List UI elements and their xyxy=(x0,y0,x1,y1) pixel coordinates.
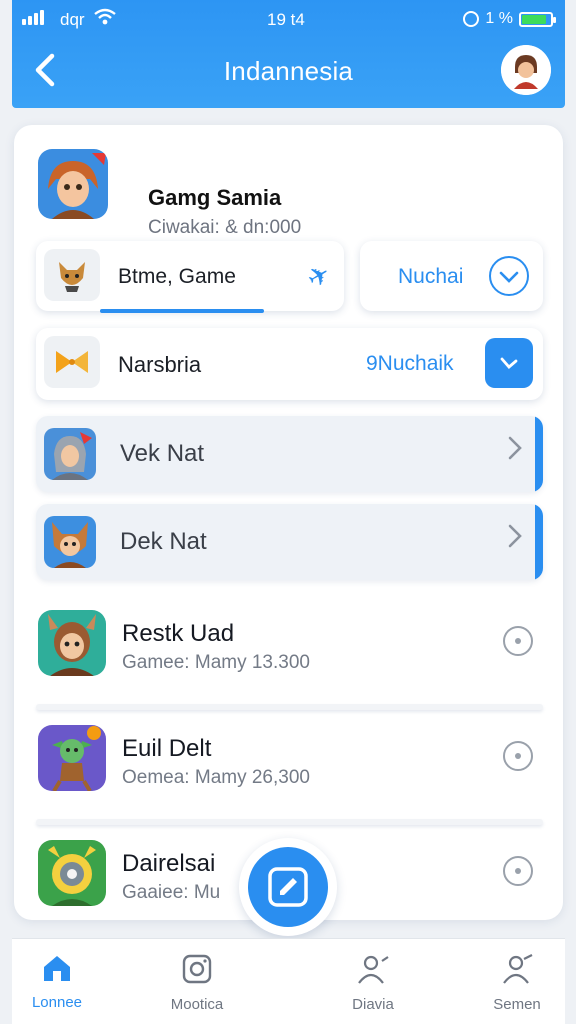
game-subtitle: Gaaiee: Mu xyxy=(122,882,221,903)
active-underline xyxy=(100,309,264,313)
divider xyxy=(36,704,543,710)
nav-item-media[interactable]: Mootica xyxy=(142,953,252,1013)
app-header: dqr 19 t4 1 % Indannesia xyxy=(12,0,565,108)
user-avatar-icon xyxy=(501,45,551,95)
goblin-game-icon xyxy=(38,725,106,791)
nav-label: Lonnee xyxy=(31,994,83,1011)
nuchai-label: Nuchai xyxy=(398,265,464,288)
camera-icon xyxy=(182,954,212,984)
game-subtitle: Gamee: Mamy 13.300 xyxy=(122,652,310,673)
table-row[interactable]: Euil Delt Oemea: Mamy 26,300 xyxy=(36,719,543,825)
bowtie-icon xyxy=(44,336,100,388)
status-right-text: 1 % xyxy=(485,10,513,27)
nav-item-semen[interactable]: Semen xyxy=(462,953,572,1013)
chevron-right-icon xyxy=(507,522,523,558)
list-item-label: Vek Nat xyxy=(120,440,205,467)
radio-button[interactable] xyxy=(503,856,533,886)
edit-icon xyxy=(268,867,308,907)
list-item[interactable]: Vek Nat xyxy=(36,416,543,492)
game-name: Dairelsai xyxy=(122,850,216,877)
narsbria-right-label: 9Nuchaik xyxy=(366,352,454,375)
featured-game-icon xyxy=(38,149,108,219)
signal-icon xyxy=(22,10,44,25)
knight-game-icon xyxy=(44,428,96,480)
alarm-icon xyxy=(463,11,480,27)
fox-warrior-icon xyxy=(44,516,96,568)
battery-icon xyxy=(519,11,556,27)
home-icon xyxy=(44,956,70,981)
divider xyxy=(36,819,543,825)
deer-game-icon xyxy=(38,610,106,676)
main-card: Gamg Samia Ciwakai: & dn:000 Btme, Game … xyxy=(14,125,563,920)
game-filter-label: Btme, Game xyxy=(118,265,236,288)
fab-inner xyxy=(248,847,328,927)
profile-icon xyxy=(503,954,533,984)
radio-button[interactable] xyxy=(503,741,533,771)
edit-fab-button[interactable] xyxy=(239,838,337,936)
chevron-right-icon xyxy=(507,434,523,470)
avatar[interactable] xyxy=(501,45,551,95)
radio-button[interactable] xyxy=(503,626,533,656)
nav-label: Diavia xyxy=(352,996,394,1013)
nav-label: Mootica xyxy=(170,996,224,1013)
nav-item-diavia[interactable]: Diavia xyxy=(318,953,428,1013)
table-row[interactable]: Restk Uad Gamee: Mamy 13.300 xyxy=(36,604,543,710)
check-circle-icon xyxy=(489,256,529,296)
nav-label: Semen xyxy=(493,996,541,1013)
game-filter-pill[interactable]: Btme, Game ✈ xyxy=(36,241,344,313)
carrier-label: dqr xyxy=(60,10,85,29)
wifi-icon xyxy=(94,8,116,31)
narsbria-row[interactable]: Narsbria 9Nuchaik xyxy=(36,328,543,400)
page-title: Indannesia xyxy=(223,56,354,86)
plane-icon: ✈ xyxy=(301,257,336,295)
shield-game-icon xyxy=(38,840,106,906)
featured-game-name: Gamg Samia xyxy=(148,185,282,210)
list-item[interactable]: Dek Nat xyxy=(36,504,543,580)
status-time: 19 t4 xyxy=(267,10,305,29)
fox-icon xyxy=(44,249,100,301)
list-item-label: Dek Nat xyxy=(120,528,207,555)
status-bar: dqr 19 t4 1 % xyxy=(12,8,565,32)
game-name: Restk Uad xyxy=(122,620,235,647)
user-icon xyxy=(358,955,389,984)
nuchai-filter-button[interactable]: Nuchai xyxy=(360,241,543,311)
featured-game-subtitle: Ciwakai: & dn:000 xyxy=(148,217,302,238)
nav-item-home[interactable]: Lonnee xyxy=(2,953,112,1011)
game-subtitle: Oemea: Mamy 26,300 xyxy=(122,767,310,788)
bottom-nav: Lonnee Mootica Diavia Semen xyxy=(12,938,565,1024)
narsbria-label: Narsbria xyxy=(118,352,202,377)
game-name: Euil Delt xyxy=(122,735,212,762)
check-square-icon[interactable] xyxy=(485,338,533,388)
